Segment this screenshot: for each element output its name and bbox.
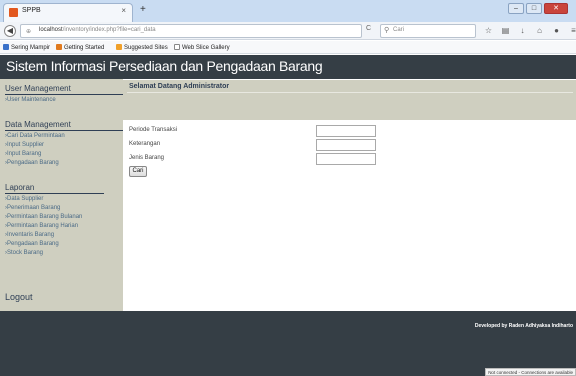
bookmark-star-icon[interactable]: ☆ <box>484 25 493 36</box>
url-path: /inventory/index.php?file=cari_data <box>62 27 156 33</box>
firefox-icon <box>56 44 62 50</box>
sidebar-item-label: Cari Data Permintaan <box>7 133 65 139</box>
site-header: Sistem Informasi Persediaan dan Pengadaa… <box>0 55 576 79</box>
sidebar-heading-data-management: Data Management <box>5 120 141 131</box>
chat-icon[interactable]: ● <box>552 25 561 36</box>
sidebar-item-label: Inventaris Barang <box>7 232 55 238</box>
jenis-barang-input[interactable] <box>316 153 376 165</box>
suggested-sites-icon <box>116 44 122 50</box>
sidebar-item-user-maintenance[interactable]: ›User Maintenance <box>5 97 56 103</box>
sidebar-item-label: Input Supplier <box>7 142 45 148</box>
address-bar[interactable]: ⊕ localhost/inventory/index.php?file=car… <box>20 24 362 38</box>
site-title: Sistem Informasi Persediaan dan Pengadaa… <box>6 58 323 74</box>
tab-bar: SPPB × + – □ ✕ <box>0 0 576 22</box>
sidebar-item-input-barang[interactable]: ›Input Barang <box>5 151 41 157</box>
sidebar-item-permintaan-barang-bulanan[interactable]: ›Permintaan Barang Bulanan <box>5 214 82 220</box>
tab-title: SPPB <box>22 7 41 14</box>
bookmark-sering-mampir[interactable]: Sering Mampir <box>3 44 50 51</box>
home-icon[interactable]: ⌂ <box>535 25 544 36</box>
welcome-panel: Selamat Datang Administrator <box>123 79 576 120</box>
web-page: Sistem Informasi Persediaan dan Pengadaa… <box>0 55 576 376</box>
label-periode-transaksi: Periode Transaksi <box>129 127 178 133</box>
bookmark-label: Getting Started <box>64 45 105 51</box>
footer-credit: Developed by Raden Adhiyaksa Indiharto <box>474 323 573 329</box>
globe-icon: ⊕ <box>26 29 32 35</box>
periode-transaksi-input[interactable] <box>316 125 376 137</box>
sidebar: User Management ›User Maintenance Data M… <box>0 79 141 311</box>
keterangan-input[interactable] <box>316 139 376 151</box>
label-jenis-barang: Jenis Barang <box>129 155 165 161</box>
sidebar-item-label: Penerimaan Barang <box>7 205 61 211</box>
bookmark-web-slice-gallery[interactable]: Web Slice Gallery <box>174 44 230 51</box>
sidebar-item-pengadaan-barang[interactable]: ›Pengadaan Barang <box>5 160 59 166</box>
sidebar-item-label: Permintaan Barang Bulanan <box>7 214 83 220</box>
sidebar-item-cari-data-permintaan[interactable]: ›Cari Data Permintaan <box>5 133 65 139</box>
sidebar-item-label: Stock Barang <box>7 250 44 256</box>
sidebar-item-permintaan-barang-harian[interactable]: ›Permintaan Barang Harian <box>5 223 78 229</box>
sidebar-item-data-supplier[interactable]: ›Data Supplier <box>5 196 43 202</box>
divider <box>127 92 573 93</box>
maximize-button[interactable]: □ <box>526 3 542 14</box>
bookmark-label: Sering Mampir <box>11 45 51 51</box>
bookmark-label: Web Slice Gallery <box>182 45 230 51</box>
sidebar-heading-user-management: User Management <box>5 84 141 95</box>
sidebar-item-label: Pengadaan Barang <box>7 160 59 166</box>
sidebar-item-stock-barang[interactable]: ›Stock Barang <box>5 250 43 256</box>
site-favicon-icon <box>9 8 18 17</box>
bookmark-icon <box>3 44 9 50</box>
bookmark-getting-started[interactable]: Getting Started <box>56 44 104 51</box>
navigation-bar: ◀ ⊕ localhost/inventory/index.php?file=c… <box>0 22 576 40</box>
close-window-button[interactable]: ✕ <box>544 3 568 14</box>
download-icon[interactable]: ↓ <box>518 25 527 36</box>
logout-link[interactable]: Logout <box>5 292 33 302</box>
label-keterangan: Keterangan <box>129 141 161 147</box>
toolbar-icons: ☆ ▤ ↓ ⌂ ● ≡ <box>484 25 576 36</box>
back-arrow-icon[interactable]: ◀ <box>4 25 16 37</box>
status-tooltip: Not connected - Connections are availabl… <box>485 368 576 376</box>
bookmark-suggested-sites[interactable]: Suggested Sites <box>116 44 168 51</box>
site-footer: Developed by Raden Adhiyaksa Indiharto N… <box>0 311 576 376</box>
sidebar-item-inventaris-barang[interactable]: ›Inventaris Barang <box>5 232 54 238</box>
reload-icon[interactable]: C <box>366 25 371 32</box>
search-placeholder: Cari <box>393 27 405 33</box>
sidebar-heading-laporan: Laporan <box>5 183 106 194</box>
close-tab-icon[interactable]: × <box>121 6 126 15</box>
sidebar-item-label: Data Supplier <box>7 196 44 202</box>
web-slice-icon <box>174 44 180 50</box>
sidebar-item-input-supplier[interactable]: ›Input Supplier <box>5 142 44 148</box>
menu-icon[interactable]: ≡ <box>569 25 576 36</box>
window-controls: – □ ✕ <box>508 3 568 15</box>
sidebar-item-label: Input Barang <box>7 151 42 157</box>
search-box[interactable]: ⚲ Cari <box>380 24 476 38</box>
search-icon: ⚲ <box>384 27 390 34</box>
sidebar-item-label: Pengadaan Barang <box>7 241 59 247</box>
sidebar-item-penerimaan-barang[interactable]: ›Penerimaan Barang <box>5 205 60 211</box>
bookmarks-bar: Sering Mampir Getting Started Suggested … <box>0 41 576 54</box>
new-tab-button[interactable]: + <box>140 4 146 15</box>
main-content: Selamat Datang Administrator Periode Tra… <box>123 79 576 311</box>
sidebar-item-label: Permintaan Barang Harian <box>7 223 79 229</box>
url-text[interactable]: localhost/inventory/index.php?file=cari_… <box>39 27 156 33</box>
bookmark-label: Suggested Sites <box>124 45 168 51</box>
minimize-button[interactable]: – <box>508 3 524 14</box>
browser-tab[interactable]: SPPB × <box>3 3 133 22</box>
welcome-heading: Selamat Datang Administrator <box>129 83 230 90</box>
sidebar-item-label: User Maintenance <box>7 97 56 103</box>
reading-list-icon[interactable]: ▤ <box>501 25 510 36</box>
cari-button[interactable]: Cari <box>129 166 147 177</box>
sidebar-item-pengadaan-barang-report[interactable]: ›Pengadaan Barang <box>5 241 59 247</box>
url-host: localhost <box>39 27 63 33</box>
browser-window: SPPB × + – □ ✕ ◀ ⊕ localhost/inventory/i… <box>0 0 576 376</box>
